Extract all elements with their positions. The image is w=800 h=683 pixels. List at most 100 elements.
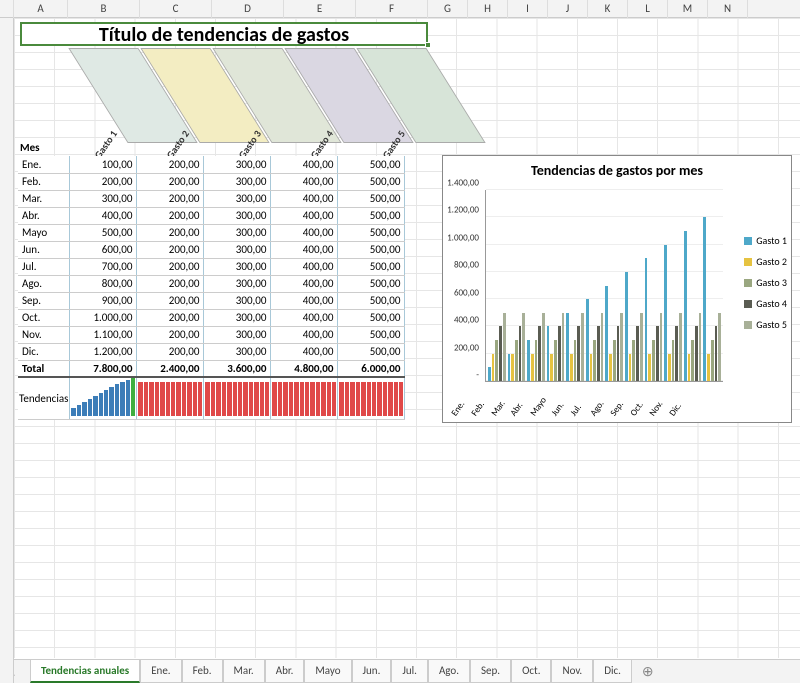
value-cell[interactable]: 200,00 [137,258,204,275]
value-cell[interactable]: 400,00 [271,343,338,360]
value-cell[interactable]: 300,00 [204,190,271,207]
column-header-M[interactable]: M [668,0,708,18]
value-cell[interactable]: 200,00 [137,292,204,309]
value-cell[interactable]: 300,00 [204,173,271,190]
value-cell[interactable]: 400,00 [271,156,338,173]
value-cell[interactable]: 1.100,00 [70,326,137,343]
sheet-tab[interactable]: Abr. [265,660,305,683]
value-cell[interactable]: 500,00 [338,292,405,309]
value-cell[interactable]: 500,00 [338,343,405,360]
value-cell[interactable]: 500,00 [338,224,405,241]
sheet-tab[interactable]: Dic. [593,660,632,683]
value-cell[interactable]: 200,00 [137,224,204,241]
value-cell[interactable]: 600,00 [70,241,137,258]
column-header-I[interactable]: I [508,0,548,18]
value-cell[interactable]: 400,00 [271,326,338,343]
sheet-tab[interactable]: Sep. [470,660,511,683]
value-cell[interactable]: 300,00 [204,241,271,258]
month-cell[interactable]: Ago. [18,275,70,292]
month-cell[interactable]: Jul. [18,258,70,275]
value-cell[interactable]: 400,00 [271,173,338,190]
table-row[interactable]: Jun.600,00200,00300,00400,00500,00 [18,241,405,258]
column-header-D[interactable]: D [212,0,284,18]
month-cell[interactable]: Ene. [18,156,70,173]
value-cell[interactable]: 500,00 [338,326,405,343]
value-cell[interactable]: 400,00 [271,207,338,224]
column-header-K[interactable]: K [588,0,628,18]
value-cell[interactable]: 200,00 [137,190,204,207]
month-cell[interactable]: Feb. [18,173,70,190]
sheet-tab[interactable]: Oct. [511,660,551,683]
value-cell[interactable]: 300,00 [204,343,271,360]
month-cell[interactable]: Jun. [18,241,70,258]
value-cell[interactable]: 400,00 [271,258,338,275]
month-cell[interactable]: Dic. [18,343,70,360]
value-cell[interactable]: 300,00 [204,156,271,173]
value-cell[interactable]: 400,00 [70,207,137,224]
sheet-tab[interactable]: Jul. [391,660,428,683]
value-cell[interactable]: 200,00 [70,173,137,190]
value-cell[interactable]: 200,00 [137,173,204,190]
table-row[interactable]: Mayo500,00200,00300,00400,00500,00 [18,224,405,241]
value-cell[interactable]: 500,00 [338,173,405,190]
sheet-tab[interactable]: Feb. [182,660,223,683]
value-cell[interactable]: 500,00 [338,309,405,326]
value-cell[interactable]: 500,00 [338,241,405,258]
value-cell[interactable]: 400,00 [271,224,338,241]
expense-trend-chart[interactable]: Tendencias de gastos por mes Ene.Feb.Mar… [442,155,792,423]
add-sheet-button[interactable]: ⊕ [632,661,664,682]
table-row[interactable]: Dic.1.200,00200,00300,00400,00500,00 [18,343,405,360]
value-cell[interactable]: 300,00 [204,309,271,326]
month-cell[interactable]: Nov. [18,326,70,343]
value-cell[interactable]: 900,00 [70,292,137,309]
sheet-tab[interactable]: Ene. [140,660,181,683]
table-row[interactable]: Nov.1.100,00200,00300,00400,00500,00 [18,326,405,343]
month-cell[interactable]: Abr. [18,207,70,224]
sheet-tab[interactable]: Tendencias anuales [30,660,140,683]
value-cell[interactable]: 200,00 [137,343,204,360]
value-cell[interactable]: 200,00 [137,156,204,173]
value-cell[interactable]: 300,00 [204,326,271,343]
value-cell[interactable]: 200,00 [137,207,204,224]
value-cell[interactable]: 500,00 [338,258,405,275]
column-header-C[interactable]: C [140,0,212,18]
column-header-J[interactable]: J [548,0,588,18]
value-cell[interactable]: 300,00 [204,224,271,241]
table-row[interactable]: Feb.200,00200,00300,00400,00500,00 [18,173,405,190]
sheet-tab[interactable]: Mayo [304,660,351,683]
sheet-tab[interactable]: Nov. [551,660,593,683]
value-cell[interactable]: 200,00 [137,241,204,258]
value-cell[interactable]: 400,00 [271,190,338,207]
page-title-cell[interactable]: Título de tendencias de gastos [20,22,428,46]
value-cell[interactable]: 500,00 [70,224,137,241]
value-cell[interactable]: 400,00 [271,275,338,292]
column-header-H[interactable]: H [468,0,508,18]
value-cell[interactable]: 300,00 [204,292,271,309]
value-cell[interactable]: 100,00 [70,156,137,173]
value-cell[interactable]: 800,00 [70,275,137,292]
value-cell[interactable]: 200,00 [137,275,204,292]
value-cell[interactable]: 400,00 [271,309,338,326]
table-row[interactable]: Ago.800,00200,00300,00400,00500,00 [18,275,405,292]
column-header-L[interactable]: L [628,0,668,18]
table-row[interactable]: Jul.700,00200,00300,00400,00500,00 [18,258,405,275]
value-cell[interactable]: 400,00 [271,241,338,258]
value-cell[interactable]: 300,00 [70,190,137,207]
column-header-F[interactable]: F [356,0,428,18]
value-cell[interactable]: 500,00 [338,190,405,207]
value-cell[interactable]: 200,00 [137,326,204,343]
column-header-N[interactable]: N [708,0,748,18]
value-cell[interactable]: 500,00 [338,156,405,173]
table-row[interactable]: Mar.300,00200,00300,00400,00500,00 [18,190,405,207]
month-cell[interactable]: Mar. [18,190,70,207]
month-cell[interactable]: Oct. [18,309,70,326]
column-header-A[interactable]: A [14,0,68,18]
expense-data-table[interactable]: Ene.100,00200,00300,00400,00500,00Feb.20… [18,156,405,420]
value-cell[interactable]: 500,00 [338,275,405,292]
sheet-tab[interactable]: Ago. [428,660,470,683]
month-cell[interactable]: Sep. [18,292,70,309]
value-cell[interactable]: 300,00 [204,258,271,275]
table-row[interactable]: Ene.100,00200,00300,00400,00500,00 [18,156,405,173]
value-cell[interactable]: 200,00 [137,309,204,326]
value-cell[interactable]: 500,00 [338,207,405,224]
